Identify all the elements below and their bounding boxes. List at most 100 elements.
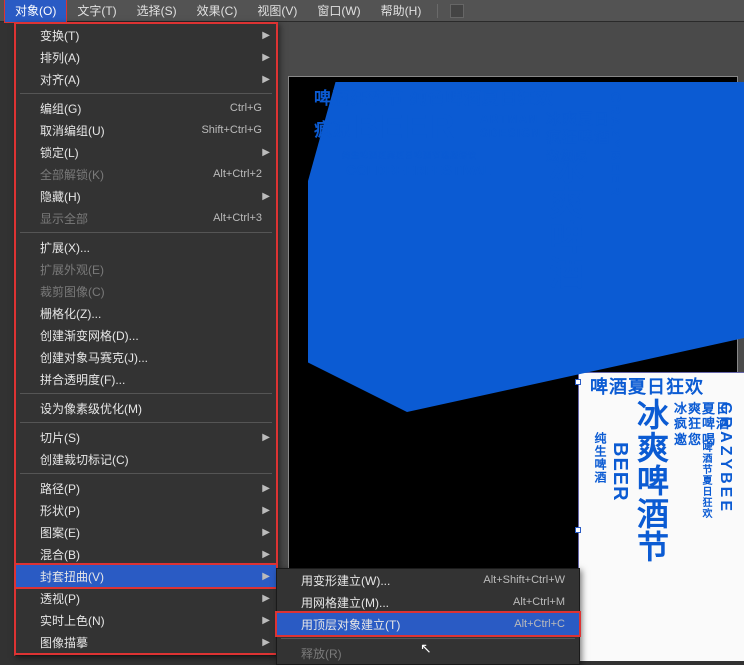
menu-shortcut: Shift+Ctrl+G	[201, 124, 262, 136]
menu-item[interactable]: 编组(G)Ctrl+G	[16, 97, 276, 119]
menu-item[interactable]: 排列(A)▶	[16, 46, 276, 68]
submenu-item-label: 用变形建立(W)...	[301, 572, 483, 589]
art-text: SDESIGN	[480, 126, 541, 140]
menu-separator	[20, 93, 272, 94]
submenu-arrow-icon: ▶	[262, 505, 270, 516]
menu-shortcut: Ctrl+G	[230, 102, 262, 114]
menu-item-label: 混合(B)	[40, 546, 262, 563]
menu-item-label: 编组(G)	[40, 100, 230, 117]
submenu-item[interactable]: 用顶层对象建立(T)Alt+Ctrl+C	[277, 613, 579, 635]
menu-item-label: 实时上色(N)	[40, 612, 262, 629]
doc-arrange-icon[interactable]	[450, 4, 464, 18]
object-menu-dropdown: 变换(T)▶排列(A)▶对齐(A)▶编组(G)Ctrl+G取消编组(U)Shif…	[14, 22, 278, 656]
art-text: 纯生啤酒夏爽夏日啤酒节邀您畅饮	[342, 150, 477, 161]
menu-item: 显示全部Alt+Ctrl+3	[16, 207, 276, 229]
selection-bbox[interactable]	[578, 382, 744, 661]
menu-item-label: 锁定(L)	[40, 144, 262, 161]
envelope-distort-submenu: 用变形建立(W)...Alt+Shift+Ctrl+W用网格建立(M)...Al…	[276, 568, 580, 665]
menu-item[interactable]: 拼合透明度(F)...	[16, 368, 276, 390]
submenu-arrow-icon: ▶	[262, 615, 270, 626]
menu-item-label: 对齐(A)	[40, 71, 262, 88]
submenu-item-label: 用网格建立(M)...	[301, 594, 513, 611]
menu-item-label: 显示全部	[40, 210, 213, 227]
menu-item-label: 创建渐变网格(D)...	[40, 327, 262, 344]
menu-item: 全部解锁(K)Alt+Ctrl+2	[16, 163, 276, 185]
menu-item-label: 栅格化(Z)...	[40, 305, 262, 322]
menu-item[interactable]: 隐藏(H)▶	[16, 185, 276, 207]
menu-item[interactable]: 创建渐变网格(D)...	[16, 324, 276, 346]
menu-item[interactable]: 设为像素级优化(M)	[16, 397, 276, 419]
menubar: 对象(O) 文字(T) 选择(S) 效果(C) 视图(V) 窗口(W) 帮助(H…	[0, 0, 744, 22]
menu-separator	[20, 232, 272, 233]
menu-item[interactable]: 透视(P)▶	[16, 587, 276, 609]
menu-text[interactable]: 文字(T)	[67, 0, 126, 22]
menu-item[interactable]: 混合(B)▶	[16, 543, 276, 565]
menu-item-label: 图案(E)	[40, 524, 262, 541]
art-text: 疯狂啤酒	[546, 126, 610, 147]
menu-item-label: 扩展外观(E)	[40, 261, 262, 278]
art-text: BEER	[354, 108, 456, 147]
menu-item[interactable]: 图案(E)▶	[16, 521, 276, 543]
menu-item-label: 拼合透明度(F)...	[40, 371, 262, 388]
menu-view[interactable]: 视图(V)	[247, 0, 307, 22]
menu-separator	[20, 473, 272, 474]
menu-shortcut: Alt+Ctrl+C	[514, 618, 565, 630]
menu-item[interactable]: 路径(P)▶	[16, 477, 276, 499]
menu-item[interactable]: 变换(T)▶	[16, 24, 276, 46]
menu-item[interactable]: 封套扭曲(V)▶	[16, 565, 276, 587]
menu-item-label: 取消编组(U)	[40, 122, 201, 139]
menu-item-label: 图像描摹	[40, 634, 262, 651]
menu-item[interactable]: 实时上色(N)▶	[16, 609, 276, 631]
menu-effect[interactable]: 效果(C)	[187, 0, 248, 22]
submenu-arrow-icon: ▶	[262, 74, 270, 85]
menu-item-label: 变换(T)	[40, 27, 262, 44]
submenu-arrow-icon: ▶	[262, 30, 270, 41]
menu-item[interactable]: 创建对象马赛克(J)...	[16, 346, 276, 368]
submenu-item[interactable]: 用变形建立(W)...Alt+Shift+Ctrl+W	[277, 569, 579, 591]
menu-item[interactable]: 图像描摹▶	[16, 631, 276, 653]
menu-item[interactable]: 取消编组(U)Shift+Ctrl+G	[16, 119, 276, 141]
menu-shortcut: Alt+Ctrl+M	[513, 596, 565, 608]
submenu-item[interactable]: 用网格建立(M)...Alt+Ctrl+M	[277, 591, 579, 613]
menu-item: 裁剪图像(C)	[16, 280, 276, 302]
canvas-area[interactable]: 啤酒狂欢节 纯色啤酒夏日狂欢 疯凉 BEER ARTMAN SDESIGN 冰爽…	[278, 22, 744, 661]
art-text: ARTMAN	[480, 112, 538, 126]
submenu-arrow-icon: ▶	[262, 483, 270, 494]
submenu-arrow-icon: ▶	[262, 147, 270, 158]
menu-object[interactable]: 对象(O)	[4, 0, 67, 23]
submenu-arrow-icon: ▶	[262, 527, 270, 538]
menu-select[interactable]: 选择(S)	[127, 0, 187, 22]
art-text: 疯凉	[314, 116, 352, 142]
menu-item-label: 创建对象马赛克(J)...	[40, 349, 262, 366]
menu-shortcut: Alt+Ctrl+3	[213, 212, 262, 224]
menu-item-label: 封套扭曲(V)	[40, 568, 262, 585]
menu-item[interactable]: 切片(S)▶	[16, 426, 276, 448]
menu-item-label: 全部解锁(K)	[40, 166, 213, 183]
submenu-arrow-icon: ▶	[262, 549, 270, 560]
menu-item-label: 切片(S)	[40, 429, 262, 446]
art-text: COLDBEERFESTIVAL	[346, 162, 491, 178]
menu-item-label: 设为像素级优化(M)	[40, 400, 262, 417]
submenu-arrow-icon: ▶	[262, 571, 270, 582]
submenu-arrow-icon: ▶	[262, 52, 270, 63]
menu-shortcut: Alt+Ctrl+2	[213, 168, 262, 180]
art-text: CRAZYBEER	[608, 92, 624, 197]
menu-item[interactable]: 锁定(L)▶	[16, 141, 276, 163]
menu-item[interactable]: 形状(P)▶	[16, 499, 276, 521]
menu-item[interactable]: 栅格化(Z)...	[16, 302, 276, 324]
submenu-arrow-icon: ▶	[262, 191, 270, 202]
menu-item-label: 透视(P)	[40, 590, 262, 607]
menubar-separator	[437, 4, 438, 18]
menu-item[interactable]: 对齐(A)▶	[16, 68, 276, 90]
menu-item-label: 裁剪图像(C)	[40, 283, 262, 300]
menu-item[interactable]: 创建裁切标记(C)	[16, 448, 276, 470]
menu-item[interactable]: 扩展(X)...	[16, 236, 276, 258]
menubar-extras	[450, 4, 464, 18]
art-text: 邀您喝	[546, 146, 588, 165]
menu-help[interactable]: 帮助(H)	[371, 0, 432, 22]
art-text: 啤酒狂欢节 纯色啤酒夏日狂欢	[314, 84, 554, 109]
menu-separator	[20, 422, 272, 423]
menu-item-label: 排列(A)	[40, 49, 262, 66]
menu-window[interactable]: 窗口(W)	[307, 0, 370, 22]
submenu-arrow-icon: ▶	[262, 637, 270, 648]
